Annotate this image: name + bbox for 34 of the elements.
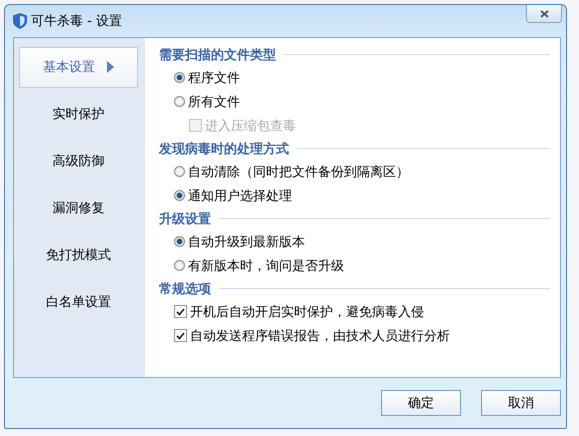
option-label: 所有文件 — [188, 94, 240, 111]
option-label: 自动升级到最新版本 — [188, 234, 305, 251]
radio-button[interactable] — [174, 96, 185, 108]
section-heading: 需要扫描的文件类型 — [159, 46, 276, 64]
section-heading: 升级设置 — [159, 210, 211, 228]
radio-button[interactable] — [174, 236, 185, 248]
radio-button[interactable] — [174, 166, 185, 178]
option-label: 有新版本时，询问是否升级 — [188, 258, 344, 275]
window-title: 可牛杀毒 - 设置 — [31, 12, 122, 30]
sidebar-item[interactable]: 高级防御 — [19, 138, 138, 185]
shield-icon — [13, 12, 27, 29]
sidebar-item[interactable]: 白名单设置 — [19, 278, 138, 326]
checkbox[interactable] — [174, 329, 187, 342]
option-label: 程序文件 — [188, 70, 240, 87]
option-label: 开机后自动开启实时保护，避免病毒入侵 — [190, 304, 424, 321]
radio-button[interactable] — [174, 260, 185, 272]
option-label: 进入压缩包查毒 — [205, 118, 296, 135]
radio-button[interactable] — [174, 72, 185, 84]
section-heading: 发现病毒时的处理方式 — [159, 140, 289, 158]
dialog-button[interactable]: 取消 — [481, 390, 561, 416]
sidebar-item[interactable]: 漏洞修复 — [19, 184, 138, 232]
close-button[interactable] — [526, 5, 562, 23]
option-label: 通知用户选择处理 — [188, 188, 292, 205]
sidebar-item[interactable]: 实时保护 — [19, 90, 138, 138]
close-icon — [540, 10, 548, 18]
sidebar-item[interactable]: 免打扰模式 — [19, 232, 138, 279]
option-label: 自动清除（同时把文件备份到隔离区） — [188, 164, 409, 181]
triangle-icon — [107, 61, 114, 74]
sidebar-item[interactable]: 基本设置 — [19, 46, 138, 88]
option-label: 自动发送程序错误报告，由技术人员进行分析 — [190, 328, 450, 345]
radio-button[interactable] — [174, 190, 185, 202]
checkbox[interactable] — [174, 305, 187, 318]
dialog-button[interactable]: 确定 — [381, 390, 461, 416]
section-heading: 常规选项 — [159, 280, 211, 298]
